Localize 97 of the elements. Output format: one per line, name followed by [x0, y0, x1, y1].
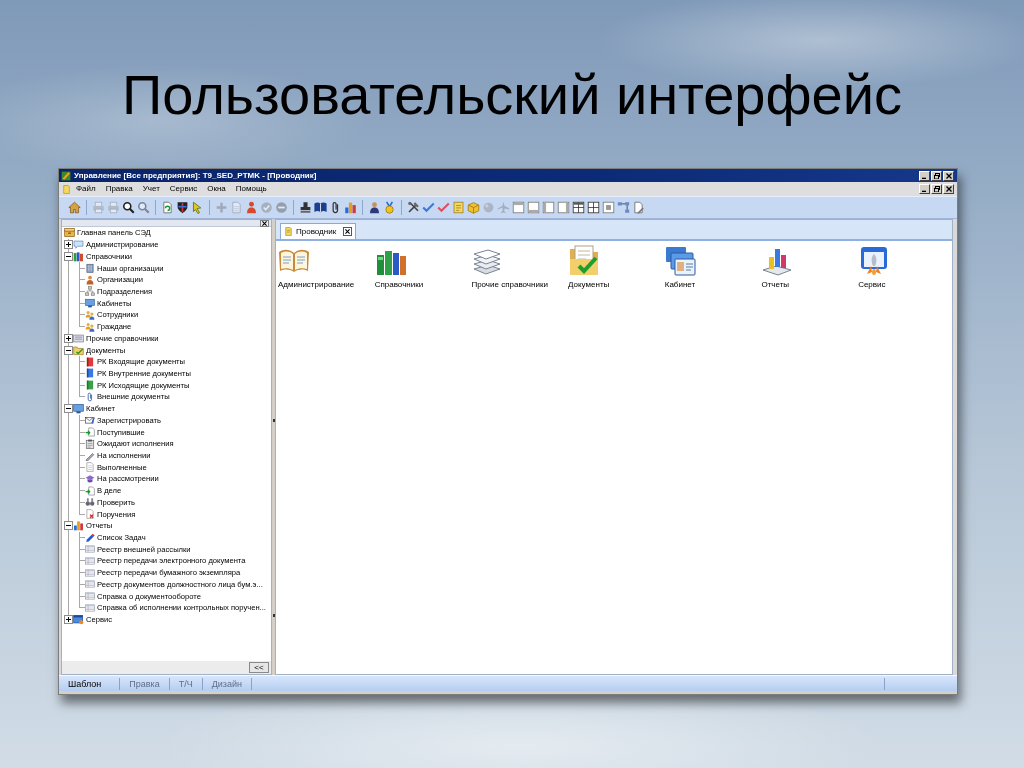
notepad-icon[interactable] — [452, 201, 465, 214]
close-icon — [945, 186, 952, 192]
close-button[interactable] — [343, 227, 353, 236]
layout-icon[interactable] — [512, 201, 525, 214]
window-title: Управление [Все предприятия]: T9_SED_PTMK - [Проводник] — [74, 170, 317, 181]
edit-document-icon[interactable] — [632, 201, 645, 214]
book-icon — [85, 356, 95, 367]
menu-item[interactable]: Файл — [71, 183, 101, 195]
expand-toggle[interactable] — [64, 521, 73, 531]
close-icon — [262, 220, 267, 226]
mode-tab[interactable]: Шаблон — [59, 677, 121, 690]
person-icon[interactable] — [368, 201, 381, 214]
logo-icon — [61, 170, 71, 181]
paperclip-icon — [85, 391, 95, 402]
explorer-item[interactable]: Кабинет — [664, 245, 697, 290]
search-icon[interactable] — [122, 201, 135, 214]
book-icon — [85, 368, 95, 379]
box-icon[interactable] — [467, 201, 480, 214]
pencil-icon — [85, 532, 95, 543]
menu-item[interactable]: Помощь — [230, 183, 272, 195]
people-icon — [85, 321, 95, 332]
arrow-document-icon — [85, 485, 95, 496]
list-icon — [73, 332, 84, 344]
folder-check-icon — [73, 344, 84, 356]
table-icon — [85, 591, 95, 602]
window-icon — [73, 614, 84, 626]
menu-item[interactable]: Сервис — [164, 183, 203, 195]
close-icon — [345, 229, 351, 234]
book-icon — [85, 380, 95, 391]
medal-icon[interactable] — [383, 201, 396, 214]
check-icon[interactable] — [422, 201, 435, 214]
table-icon — [85, 544, 95, 555]
layout-icon[interactable] — [527, 201, 540, 214]
close-button[interactable] — [260, 219, 269, 227]
check-icon[interactable] — [437, 201, 450, 214]
bar-chart-icon — [73, 520, 84, 532]
restore-button[interactable] — [931, 184, 942, 194]
drawer-icon — [64, 227, 75, 239]
speech-bubble-icon — [73, 239, 84, 251]
close-icon — [945, 172, 952, 179]
expand-toggle[interactable] — [64, 404, 73, 414]
expand-toggle[interactable] — [64, 615, 73, 625]
grid-icon[interactable] — [572, 201, 585, 214]
people-icon — [85, 309, 95, 320]
restore-icon — [933, 186, 940, 192]
expand-toggle[interactable] — [64, 240, 73, 250]
expand-toggle[interactable] — [64, 251, 73, 261]
explorer-item[interactable]: Сервис — [858, 245, 891, 290]
monitor-icon — [85, 298, 95, 309]
stamp-icon[interactable] — [299, 201, 312, 214]
shield-icon[interactable] — [176, 201, 189, 214]
minimize-button[interactable] — [919, 184, 930, 194]
clipboard-icon — [85, 438, 95, 449]
person-icon — [85, 274, 95, 285]
expand-toggle[interactable] — [64, 333, 73, 343]
grid-icon[interactable] — [587, 201, 600, 214]
envelope-icon — [85, 415, 95, 426]
bar-chart-icon[interactable] — [344, 201, 357, 214]
menu-item[interactable]: Правка — [100, 183, 138, 195]
slide-title: Пользовательский интерфейс — [121, 62, 902, 128]
restore-button[interactable] — [931, 170, 942, 181]
refresh-document-icon[interactable] — [161, 201, 174, 214]
minimize-button[interactable] — [919, 170, 930, 181]
books-icon — [73, 250, 84, 262]
restore-icon — [933, 172, 940, 179]
explorer-item[interactable]: Документы — [568, 245, 610, 290]
table-icon — [85, 602, 95, 613]
monitor-icon — [73, 403, 84, 415]
tools-icon[interactable] — [407, 201, 420, 214]
binoculars-icon — [85, 497, 95, 508]
explorer-item[interactable]: Администрирование — [278, 245, 355, 290]
pen-icon — [85, 450, 95, 461]
explorer-item[interactable]: Справочники — [374, 245, 424, 290]
menu-item[interactable]: Учет — [137, 183, 165, 195]
house-icon[interactable] — [68, 201, 81, 214]
document-cross-icon — [85, 509, 95, 520]
folder-check-icon — [568, 245, 601, 277]
graduation-cap-icon — [85, 473, 95, 484]
document-icon — [284, 226, 293, 237]
layout-icon[interactable] — [542, 201, 555, 214]
document-icon — [62, 183, 71, 195]
arrow-document-icon — [85, 427, 95, 438]
collapse-button[interactable]: << — [249, 662, 269, 673]
table-icon — [85, 567, 95, 578]
table-icon — [85, 556, 95, 566]
explorer-item[interactable]: Прочие справочники — [471, 245, 548, 290]
table-icon — [85, 579, 95, 590]
id-card-icon — [664, 245, 697, 277]
menu-item[interactable]: Окна — [202, 183, 231, 195]
open-book-icon[interactable] — [314, 201, 327, 214]
hierarchy-icon — [85, 286, 95, 297]
explorer-item[interactable]: Отчеты — [761, 245, 794, 290]
document-icon — [85, 462, 95, 473]
building-icon — [85, 263, 95, 273]
expand-toggle[interactable] — [64, 345, 73, 355]
diagram-icon[interactable] — [617, 201, 630, 214]
explorer-tab[interactable]: Проводник — [280, 223, 357, 239]
